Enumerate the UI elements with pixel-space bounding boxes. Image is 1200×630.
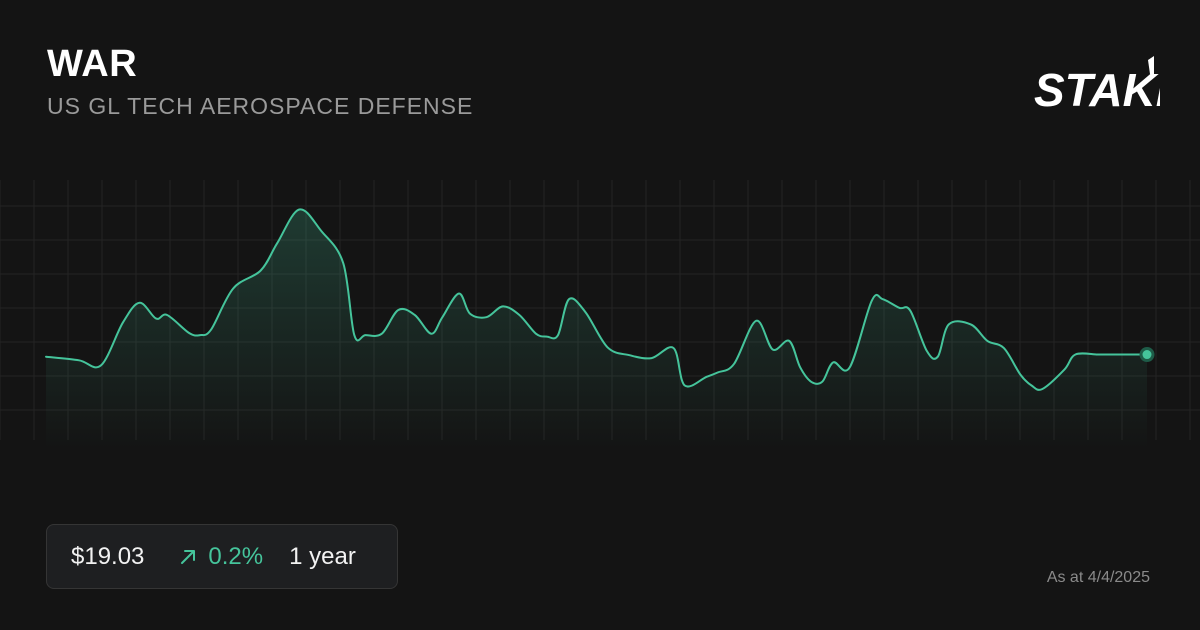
ticker-symbol: WAR <box>47 43 138 85</box>
fund-name: US GL TECH AEROSPACE DEFENSE <box>47 93 474 119</box>
price-change: 0.2% <box>178 543 263 571</box>
stake-logo: STAKE <box>1034 56 1160 116</box>
price-chart <box>0 180 1200 450</box>
latest-price-point <box>1139 347 1155 363</box>
price-change-value: 0.2% <box>208 542 264 570</box>
as-at-date: As at 4/4/2025 <box>1046 569 1150 586</box>
brand-wordmark: STAKE <box>1034 64 1160 116</box>
current-price: $19.03 <box>71 542 145 570</box>
time-period: 1 year <box>289 542 356 570</box>
price-summary-card: $19.03 0.2% 1 year <box>46 524 398 589</box>
arrow-up-right-icon <box>181 549 196 564</box>
